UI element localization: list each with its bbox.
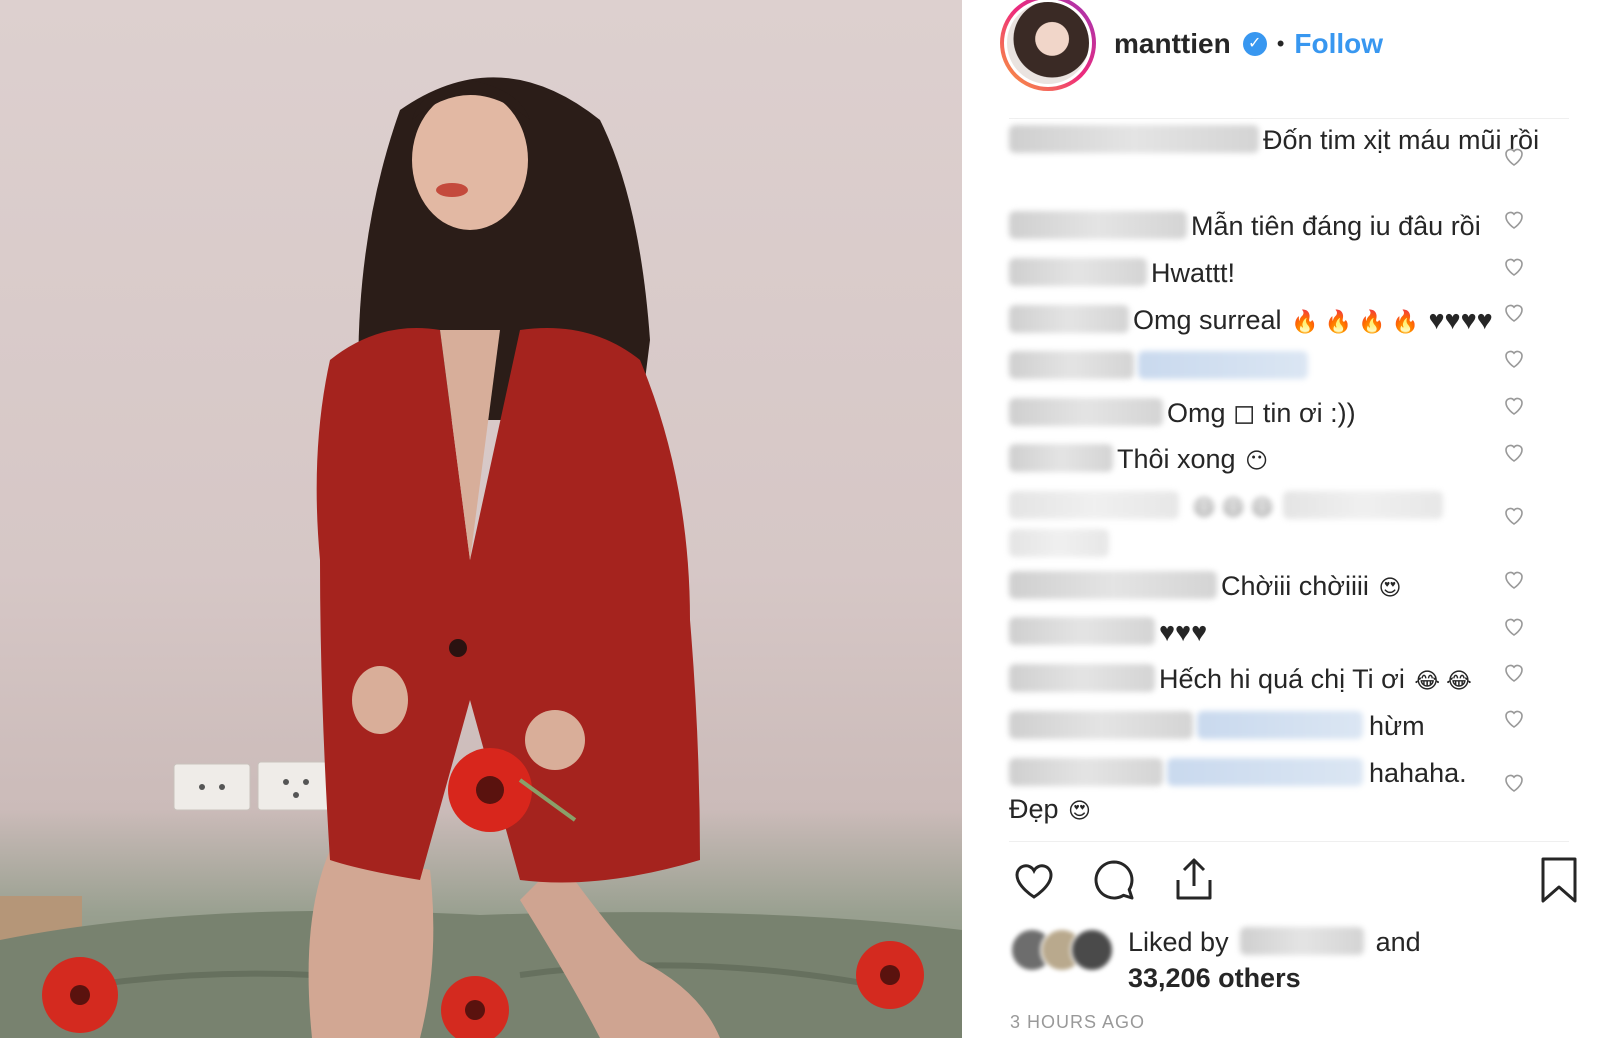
action-bar — [1010, 856, 1577, 906]
comment-bubble-icon[interactable] — [1090, 856, 1138, 904]
laughing-emoji: 😂 😂 — [1414, 668, 1472, 693]
avatar[interactable] — [1070, 928, 1114, 972]
mention-link-blurred[interactable] — [1138, 351, 1308, 379]
comment-like-heart-icon[interactable] — [1502, 254, 1526, 278]
photo-illustration — [0, 77, 962, 1038]
neutral-face-emoji: 😶 — [1245, 448, 1269, 473]
comment-item: 😄 😄 😄 — [1009, 488, 1569, 562]
comment-author-blurred[interactable] — [1009, 571, 1217, 599]
comment-text: Hếch hi quá chị Ti ơi — [1159, 664, 1405, 694]
comment-like-heart-icon[interactable] — [1502, 440, 1526, 464]
comment-item: Hếch hi quá chị Ti ơi 😂 😂 — [1009, 661, 1569, 699]
username-link[interactable]: manttien — [1114, 28, 1231, 60]
comment-author-blurred[interactable] — [1009, 617, 1155, 645]
comment-item: Omg ◻ tin ơi :)) — [1009, 395, 1569, 431]
comment-text-blurred — [1009, 529, 1109, 557]
comment-item: Hwattt! — [1009, 255, 1569, 291]
comment-like-heart-icon[interactable] — [1502, 300, 1526, 324]
comment-item: Omg surreal 🔥 🔥 🔥 🔥 ♥♥♥♥ — [1009, 302, 1569, 340]
comment-like-heart-icon[interactable] — [1502, 503, 1526, 527]
comment-like-heart-icon[interactable] — [1502, 614, 1526, 638]
liker-name-blurred[interactable] — [1240, 927, 1365, 955]
comment-item: Chờiii chờiiii 😍 — [1009, 568, 1569, 606]
comment-item: Thôi xong 😶 — [1009, 441, 1569, 479]
hand-left — [352, 666, 408, 734]
comment-text: Chờiii chờiiii — [1221, 571, 1369, 601]
fire-emoji: 🔥 🔥 🔥 🔥 — [1291, 309, 1419, 334]
post-sidebar: manttien ✓ • Follow Đốn tim xịt máu mũi … — [962, 0, 1618, 1038]
bookmark-save-icon[interactable] — [1538, 856, 1580, 904]
post-photo — [0, 0, 962, 1038]
blurred-emoji: 😄 😄 😄 — [1192, 495, 1274, 520]
post-timestamp[interactable]: 3 HOURS AGO — [1010, 1012, 1145, 1033]
avatar[interactable] — [1004, 0, 1092, 87]
comment-author-blurred[interactable] — [1009, 444, 1113, 472]
red-flower-bed-1 — [42, 957, 118, 1033]
comment-like-heart-icon[interactable] — [1502, 346, 1526, 370]
comment-author-blurred[interactable] — [1009, 351, 1134, 379]
comment-author-blurred[interactable] — [1009, 711, 1193, 739]
likes-text: Liked by and 33,206 others — [1128, 924, 1421, 996]
liked-by-label: Liked by — [1128, 927, 1229, 957]
comment-text: Mẫn tiên đáng iu đâu rồi — [1191, 211, 1481, 241]
comment-author-blurred[interactable] — [1009, 305, 1129, 333]
comment-like-heart-icon[interactable] — [1502, 207, 1526, 231]
comment-text-blurred — [1283, 491, 1444, 519]
heart-eyes-emoji: 😍 — [1378, 575, 1402, 600]
comment-author-blurred[interactable] — [1009, 398, 1163, 426]
like-heart-icon[interactable] — [1010, 856, 1058, 904]
comment-text: hahaha. — [1369, 758, 1467, 788]
comment-like-heart-icon[interactable] — [1502, 770, 1526, 794]
lips — [436, 183, 468, 197]
comment-text-continuation: Đẹp — [1009, 794, 1059, 824]
red-flower-bed-3 — [856, 941, 924, 1009]
comment-author-blurred[interactable] — [1009, 491, 1179, 519]
comment-text: Thôi xong — [1117, 444, 1236, 474]
comment-text: ♥♥♥ — [1159, 617, 1208, 647]
face — [412, 90, 528, 230]
blazer-button — [449, 639, 467, 657]
comment-like-heart-icon[interactable] — [1502, 393, 1526, 417]
hand-right — [525, 710, 585, 770]
heart-eyes-emoji: 😍 — [1068, 798, 1091, 823]
comment-like-heart-icon[interactable] — [1502, 706, 1526, 730]
comment-text: Omg ◻ tin ơi :)) — [1167, 398, 1356, 428]
comment-like-heart-icon[interactable] — [1502, 144, 1526, 168]
comment-author-blurred[interactable] — [1009, 664, 1155, 692]
header-divider — [1009, 118, 1569, 119]
comment-item: Mẫn tiên đáng iu đâu rồi — [1009, 208, 1569, 244]
likes-count-link[interactable]: 33,206 others — [1128, 963, 1301, 993]
mention-link-blurred[interactable] — [1167, 758, 1363, 786]
wall-socket-left — [173, 763, 251, 811]
comment-text: Omg surreal — [1133, 305, 1282, 335]
comment-item: ♥♥♥ — [1009, 614, 1569, 650]
comment-item — [1009, 348, 1569, 384]
comment-item: hahaha. Đẹp 😍 — [1009, 755, 1569, 829]
follow-button[interactable]: Follow — [1294, 28, 1383, 60]
and-label: and — [1375, 927, 1421, 957]
comment-text: Đốn tim xịt máu mũi rồi — [1263, 125, 1540, 155]
comment-author-blurred[interactable] — [1009, 758, 1163, 786]
comments-divider — [1009, 841, 1569, 842]
separator-dot: • — [1276, 31, 1285, 56]
comment-item: hừm — [1009, 708, 1569, 744]
post-header: manttien ✓ • Follow — [1000, 0, 1580, 91]
comment-author-blurred[interactable] — [1009, 211, 1187, 239]
comment-author-blurred[interactable] — [1009, 125, 1259, 153]
story-ring[interactable] — [1000, 0, 1096, 91]
comment-text: hừm — [1369, 711, 1425, 741]
verified-badge-icon: ✓ — [1242, 32, 1267, 56]
wall-socket-right — [257, 761, 337, 811]
comment-author-blurred[interactable] — [1009, 258, 1147, 286]
likes-summary: Liked by and 33,206 others — [1010, 924, 1570, 994]
comment-like-heart-icon[interactable] — [1502, 567, 1526, 591]
mention-link-blurred[interactable] — [1197, 711, 1363, 739]
comment-item: Đốn tim xịt máu mũi rồi — [1009, 122, 1569, 158]
share-upload-icon[interactable] — [1170, 856, 1218, 904]
hearts-text: ♥♥♥♥ — [1428, 305, 1493, 335]
comment-text: Hwattt! — [1151, 258, 1236, 288]
liker-avatars-blurred[interactable] — [1010, 928, 1120, 974]
comment-like-heart-icon[interactable] — [1502, 660, 1526, 684]
